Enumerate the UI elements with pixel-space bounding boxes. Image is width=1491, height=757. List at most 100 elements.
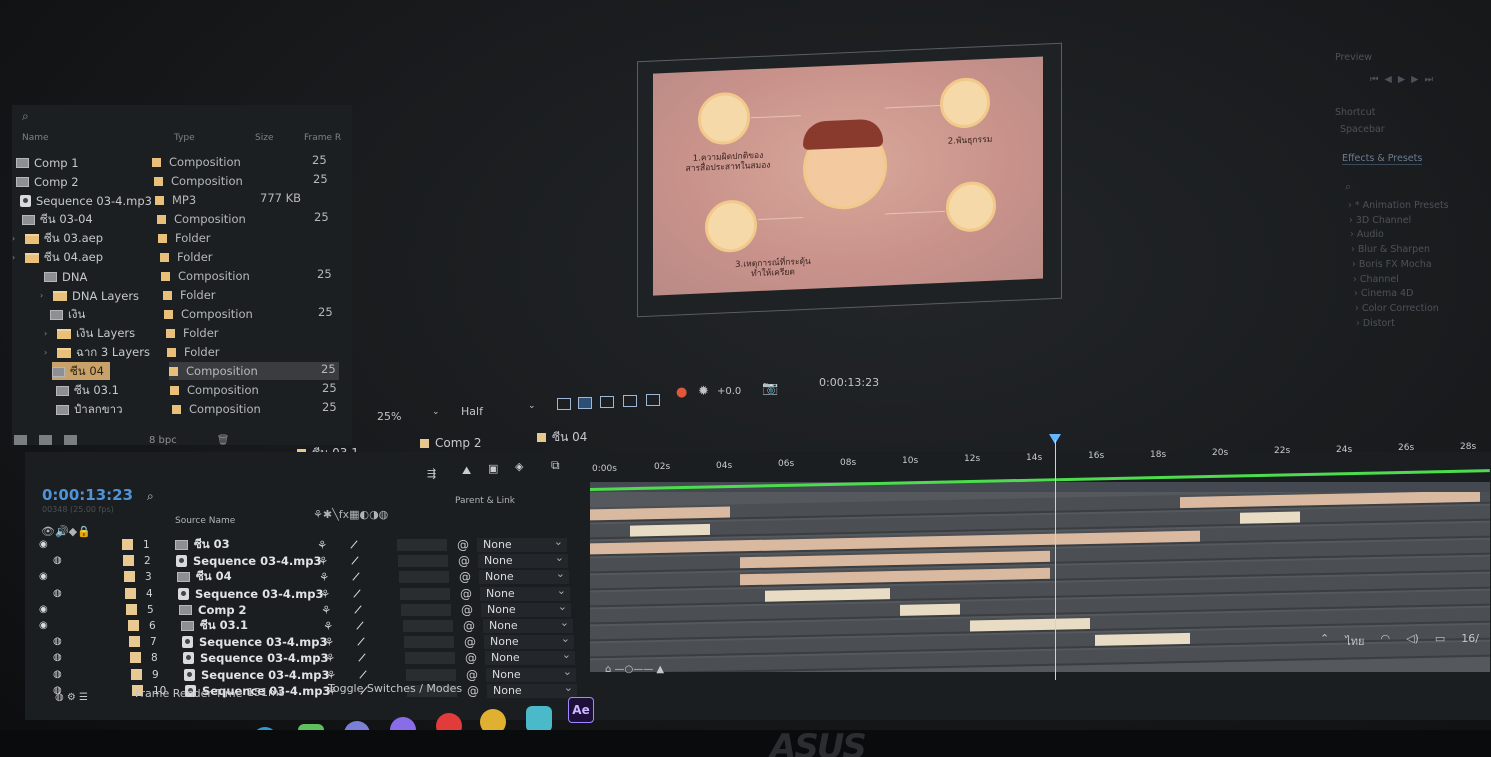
shy-switch-icon[interactable]: ⚘	[324, 635, 334, 649]
parent-dropdown[interactable]: None	[477, 535, 567, 552]
parent-dropdown[interactable]: None	[481, 600, 571, 617]
parent-dropdown[interactable]: None	[479, 567, 569, 584]
chevron-up-icon[interactable]: ⌃	[1320, 632, 1329, 650]
layer-label-color[interactable]	[129, 636, 140, 647]
guides-icon[interactable]	[646, 394, 660, 406]
project-item[interactable]: › DNA Layers Folder	[12, 286, 357, 305]
effects-category[interactable]: › * Animation Presets	[1348, 200, 1449, 211]
effects-category[interactable]: › Channel	[1353, 274, 1399, 285]
parent-dropdown[interactable]: None	[483, 616, 573, 633]
quality-switch-icon[interactable]	[351, 556, 359, 565]
pick-whip-icon[interactable]: @	[457, 538, 469, 552]
layer-row[interactable]: ◍ 9 Sequence 03-4.mp3 ⚘ @ None	[25, 665, 595, 683]
layer-name[interactable]: Sequence 03-4.mp3	[178, 587, 323, 601]
pick-whip-icon[interactable]: @	[458, 554, 470, 568]
disclosure-triangle-icon[interactable]: ›	[40, 291, 48, 300]
quality-switch-icon[interactable]	[356, 621, 364, 630]
layer-duration-bar[interactable]	[765, 588, 890, 602]
quality-switch-icon[interactable]	[359, 670, 367, 679]
graph-editor-icon[interactable]: ⧉	[551, 458, 560, 473]
layer-label-color[interactable]	[124, 571, 135, 582]
visibility-eye-icon[interactable]: ◉	[39, 539, 48, 550]
layer-switches[interactable]	[398, 554, 448, 567]
label-color-swatch[interactable]	[172, 404, 181, 414]
parent-dropdown[interactable]: None	[478, 551, 568, 568]
disclosure-triangle-icon[interactable]: ›	[44, 348, 52, 357]
col-type[interactable]: Type	[174, 133, 195, 143]
layer-label-color[interactable]	[125, 588, 136, 599]
viewer-timecode[interactable]: 0:00:13:23	[819, 376, 879, 389]
exposure-value[interactable]: +0.0	[717, 386, 741, 397]
disclosure-triangle-icon[interactable]: ›	[12, 234, 20, 243]
pick-whip-icon[interactable]: @	[460, 587, 472, 601]
project-item[interactable]: ซีน 04 Composition 25	[12, 362, 357, 381]
composition-viewer[interactable]: 1.ความผิดปกติของ สารสื่อประสาทในสมอง 2.พ…	[637, 42, 1062, 318]
effects-search-icon[interactable]: ⌕	[1345, 180, 1351, 194]
fast-preview-icon[interactable]	[557, 398, 571, 410]
label-color-swatch[interactable]	[160, 252, 169, 262]
project-item[interactable]: ปำลกขาว Composition 25	[12, 400, 357, 419]
label-color-swatch[interactable]	[152, 157, 161, 167]
shortcut-value[interactable]: Spacebar	[1340, 124, 1385, 135]
exposure-icon[interactable]: ✹	[698, 384, 709, 399]
layer-switches[interactable]	[399, 570, 449, 583]
snapshot-icon[interactable]: 📷	[762, 381, 778, 396]
audio-toggle-icon[interactable]: ◍	[53, 588, 62, 599]
effects-category[interactable]: › 3D Channel	[1349, 215, 1411, 226]
label-color-swatch[interactable]	[161, 271, 170, 281]
pick-whip-icon[interactable]: @	[464, 635, 476, 649]
wifi-icon[interactable]: ◠	[1380, 632, 1390, 650]
label-color-swatch[interactable]	[154, 176, 163, 186]
layer-row[interactable]: ◍ 2 Sequence 03-4.mp3 ⚘ @ None	[25, 551, 595, 569]
visibility-eye-icon[interactable]: ◉	[39, 620, 48, 631]
layer-row[interactable]: ◉ 6 ซีน 03.1 ⚘ @ None	[25, 616, 595, 634]
current-time-display[interactable]: 0:00:13:23	[42, 486, 133, 504]
project-item[interactable]: DNA Composition 25	[12, 267, 357, 286]
audio-toggle-icon[interactable]: ◍	[53, 652, 62, 663]
layer-row[interactable]: ◉ 5 Comp 2 ⚘ @ None	[25, 600, 595, 618]
pick-whip-icon[interactable]: @	[466, 668, 478, 682]
resolution-dropdown[interactable]: Half	[461, 405, 483, 418]
clock-date[interactable]: 16/	[1461, 632, 1479, 650]
after-effects-icon[interactable]: Ae	[568, 697, 594, 723]
layer-switches[interactable]	[405, 651, 455, 664]
layer-duration-bar[interactable]	[630, 523, 710, 537]
pick-whip-icon[interactable]: @	[463, 619, 475, 633]
effects-presets-title[interactable]: Effects & Presets	[1342, 153, 1423, 165]
layer-name[interactable]: Sequence 03-4.mp3	[176, 554, 321, 568]
zoom-dropdown[interactable]: 25%	[377, 410, 401, 423]
quality-switch-icon[interactable]	[357, 637, 365, 646]
shy-switch-icon[interactable]: ⚘	[317, 538, 327, 552]
input-language[interactable]: ไทย	[1345, 632, 1364, 650]
layer-label-color[interactable]	[122, 539, 133, 550]
label-color-swatch[interactable]	[158, 233, 167, 243]
region-of-interest-icon[interactable]	[623, 395, 637, 407]
label-color-swatch[interactable]	[169, 366, 178, 376]
effects-category[interactable]: › Blur & Sharpen	[1351, 244, 1430, 255]
transparency-grid-icon[interactable]	[578, 397, 592, 409]
layer-switches[interactable]	[406, 668, 456, 681]
volume-icon[interactable]: ◁)	[1406, 632, 1419, 650]
shy-switch-icon[interactable]: ⚘	[323, 619, 333, 633]
quality-switch-icon[interactable]	[350, 540, 358, 549]
tab-5[interactable]: ซีน 04	[537, 428, 587, 447]
project-item[interactable]: Comp 1 Composition 25	[12, 153, 357, 172]
project-item[interactable]: › ซีน 03.aep Folder	[12, 229, 357, 248]
layer-duration-bar[interactable]	[590, 506, 730, 521]
label-color-swatch[interactable]	[155, 195, 164, 205]
pick-whip-icon[interactable]: @	[465, 651, 477, 665]
timeline-search-icon[interactable]: ⌕	[147, 489, 154, 504]
project-item[interactable]: เงิน Composition 25	[12, 305, 357, 324]
layer-switches[interactable]	[397, 538, 447, 551]
shy-switch-icon[interactable]: ⚘	[319, 570, 329, 584]
shy-switch-icon[interactable]: ⚘	[325, 651, 335, 665]
shy-switch-icon[interactable]: ⚘	[321, 603, 331, 617]
layer-name[interactable]: Sequence 03-4.mp3	[183, 651, 328, 665]
shy-switch-icon[interactable]: ⚘	[326, 668, 336, 682]
project-item[interactable]: › ฉาก 3 Layers Folder	[12, 343, 357, 362]
quality-switch-icon[interactable]	[353, 589, 361, 598]
mask-path-icon[interactable]	[600, 396, 614, 408]
label-color-swatch[interactable]	[167, 347, 176, 357]
layer-name[interactable]: Sequence 03-4.mp3	[184, 668, 329, 682]
frame-blending-icon[interactable]: ▣	[488, 462, 498, 475]
